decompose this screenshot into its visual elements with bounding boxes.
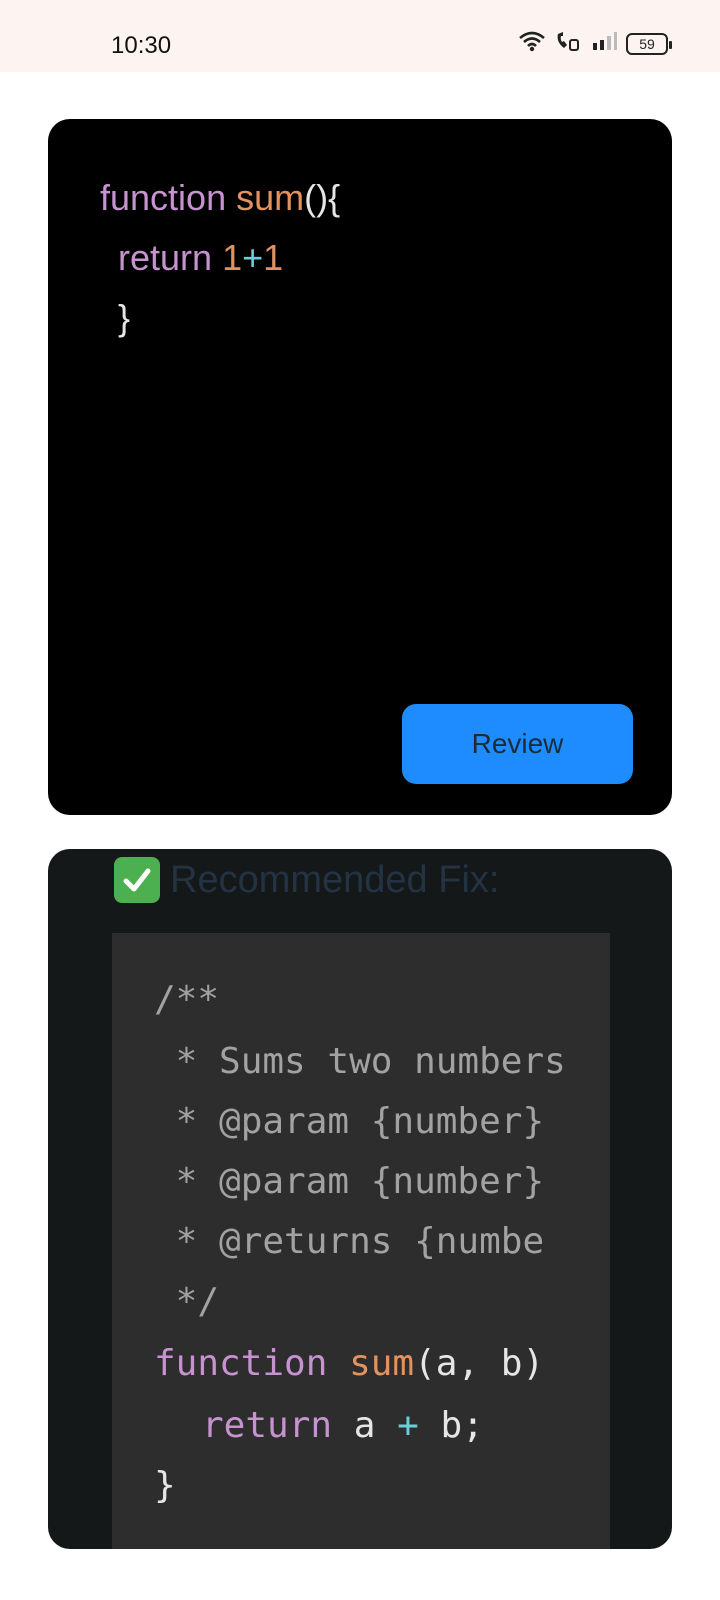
fix-code-line-7: function sum(a, b) [154, 1343, 544, 1384]
battery-level: 59 [639, 35, 655, 52]
keyword-token: function [100, 177, 227, 218]
status-icons: 59 [518, 30, 672, 57]
function-name-token: sum [236, 177, 305, 218]
status-time: 10:30 [111, 32, 172, 59]
number-token: 1 [222, 237, 243, 278]
operator-token: + [397, 1405, 419, 1446]
signal-icon [592, 31, 618, 56]
fix-code-line-1: /** [154, 979, 220, 1020]
fix-code-line-4: * @param {number} [154, 1161, 545, 1202]
function-name-token: sum [349, 1343, 415, 1384]
recommended-fix-panel: Recommended Fix: /** * Sums two numbers … [48, 849, 672, 1549]
identifier-token: b; [440, 1405, 484, 1446]
battery-icon: 59 [626, 32, 672, 55]
fix-code-line-8: return a + b; [202, 1405, 484, 1446]
punctuation-token: } [118, 297, 131, 338]
keyword-token: return [202, 1405, 333, 1446]
status-bar: 10:30 59 [0, 0, 720, 72]
keyword-token: function [154, 1343, 328, 1384]
keyword-token: return [118, 237, 213, 278]
fix-code-line-5: * @returns {numbe [154, 1221, 545, 1262]
code-line-3: } [118, 297, 130, 339]
check-mark-icon [114, 857, 160, 903]
code-line-2: return 1+1 [118, 237, 283, 279]
fix-code-line-3: * @param {number} [154, 1101, 545, 1142]
result-title: Recommended Fix: [170, 858, 500, 901]
code-line-1: function sum(){ [100, 177, 340, 219]
volte-call-icon [554, 30, 584, 57]
code-editor[interactable]: function sum(){ return 1+1 } Review [48, 119, 672, 815]
wifi-icon [518, 30, 546, 57]
fix-code-line-6: */ [154, 1281, 220, 1322]
result-header: Recommended Fix: [114, 857, 499, 903]
operator-token: + [242, 237, 264, 278]
params-token: (a, b) [414, 1343, 545, 1384]
identifier-token: a [353, 1405, 376, 1446]
fix-code-line-9: } [154, 1465, 176, 1506]
review-button[interactable]: Review [402, 704, 633, 784]
punctuation-token: (){ [304, 177, 341, 218]
fix-code-block[interactable]: /** * Sums two numbers * @param {number}… [112, 933, 610, 1549]
fix-code-line-2: * Sums two numbers [154, 1041, 566, 1082]
number-token: 1 [263, 237, 284, 278]
